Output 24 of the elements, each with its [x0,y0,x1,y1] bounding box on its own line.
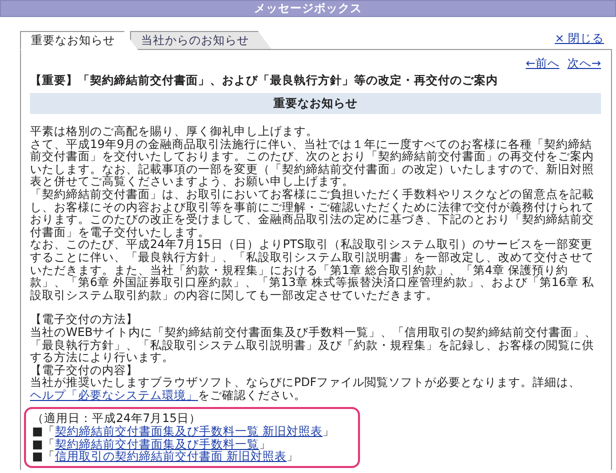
section-heading: 【電子交付の内容】 [30,364,139,376]
document-link[interactable]: 信用取引の契約締結前交付書面 新旧対照表 [54,449,287,464]
window-title: メッセージボックス [0,0,616,17]
paragraph: なお、このたび、平成24年7月15日（日）よりPTS取引（私設取引システム取引）のサービスを一部変更することに伴い、「最良執行方針」、「私設取引システム取引説明書」を一部改定し、改めて交付させていただきます。また、当社「約款・規程集」における「第1章 総合取引約款」、「第4章 保護預り約款」、「第6章 外国証券取引口座約款」、「第13章 株式等振替決済口座管理約款」、および「第16章 私設取引システム取引約款」の内容に関しても一部改定させていただきます。 [30,238,595,302]
paragraph: 平素は格別のご高配を賜り、厚く御礼申し上げます。 [30,125,319,138]
tab[interactable]: 重要なお知らせ [20,31,138,50]
effective-date: （適用日：平成24年7月15日） [32,412,201,426]
document-link[interactable]: 契約締結前交付書面集及び手数料一覧 [54,436,259,451]
close-link[interactable]: × 閉じる [554,31,604,46]
message-subject: 【重要】「契約締結前交付書面」、および「最良執行方針」等の改定・再交付のご案内 [30,73,499,88]
help-link[interactable]: ヘルプ「必要なシステム環境」 [30,388,198,402]
paragraph: 当社が推奨いたしますブラウザソフト、ならびにPDFファイル閲覧ソフトが必要となります。詳細は、 ヘルプ「必要なシステム環境」をご確認ください。 [30,376,582,402]
paragraph: さて、平成19年9月の金融商品取引法施行に伴い、当社では１年に一度すべてのお客様に各種「契約締結前交付書面」を交付いたしております。このたび、次のとおり「契約締結前交付書面」の再交付をご案内いたします。なお、記載事項の一部を変更（「契約締結前交付書面」の改定）いたしますので、新旧対照表と併せてご高覧くださいますよう、お願い申し上げます。 [30,138,595,188]
prev-link[interactable]: ←前へ [526,56,560,71]
document-link-line: ■「契約締結前交付書面集及び手数料一覧 新旧対照表」 [32,425,336,438]
paragraph: 「契約締結前交付書面」は、お取引においてお客様にご負担いただく手数料やリスクなどの留意点を記載し、お客様にその内容および取引等を事前にご理解・ご確認いただくために法律で交付が義務付けられております。このたびの改正を受けまして、金融商品取引法の定めに基づき、下記のとおり「契約締結前交付書面」を電子交付いたします。 [30,188,595,238]
document-link-line: ■「契約締結前交付書面集及び手数料一覧」 [32,438,271,450]
next-link[interactable]: 次へ→ [567,56,601,71]
section-heading: 【電子交付の方法】 [30,313,139,326]
document-link-line: ■「信用取引の契約締結前交付書面 新旧対照表」 [32,450,300,463]
paragraph: 当社のWEBサイト内に「契約締結前交付書面集及び手数料一覧」、「信用取引の契約締結前交付書面」、「最良執行方針」、「私設取引システム取引説明書」及び「約款・規程集」を記録し、お客様の閲覧に供する方法により行います。 [30,326,598,364]
tab[interactable]: 当社からのお知らせ [130,31,272,50]
document-link[interactable]: 契約締結前交付書面集及び手数料一覧 新旧対照表 [54,424,323,438]
section-header: 重要なお知らせ [30,93,601,114]
